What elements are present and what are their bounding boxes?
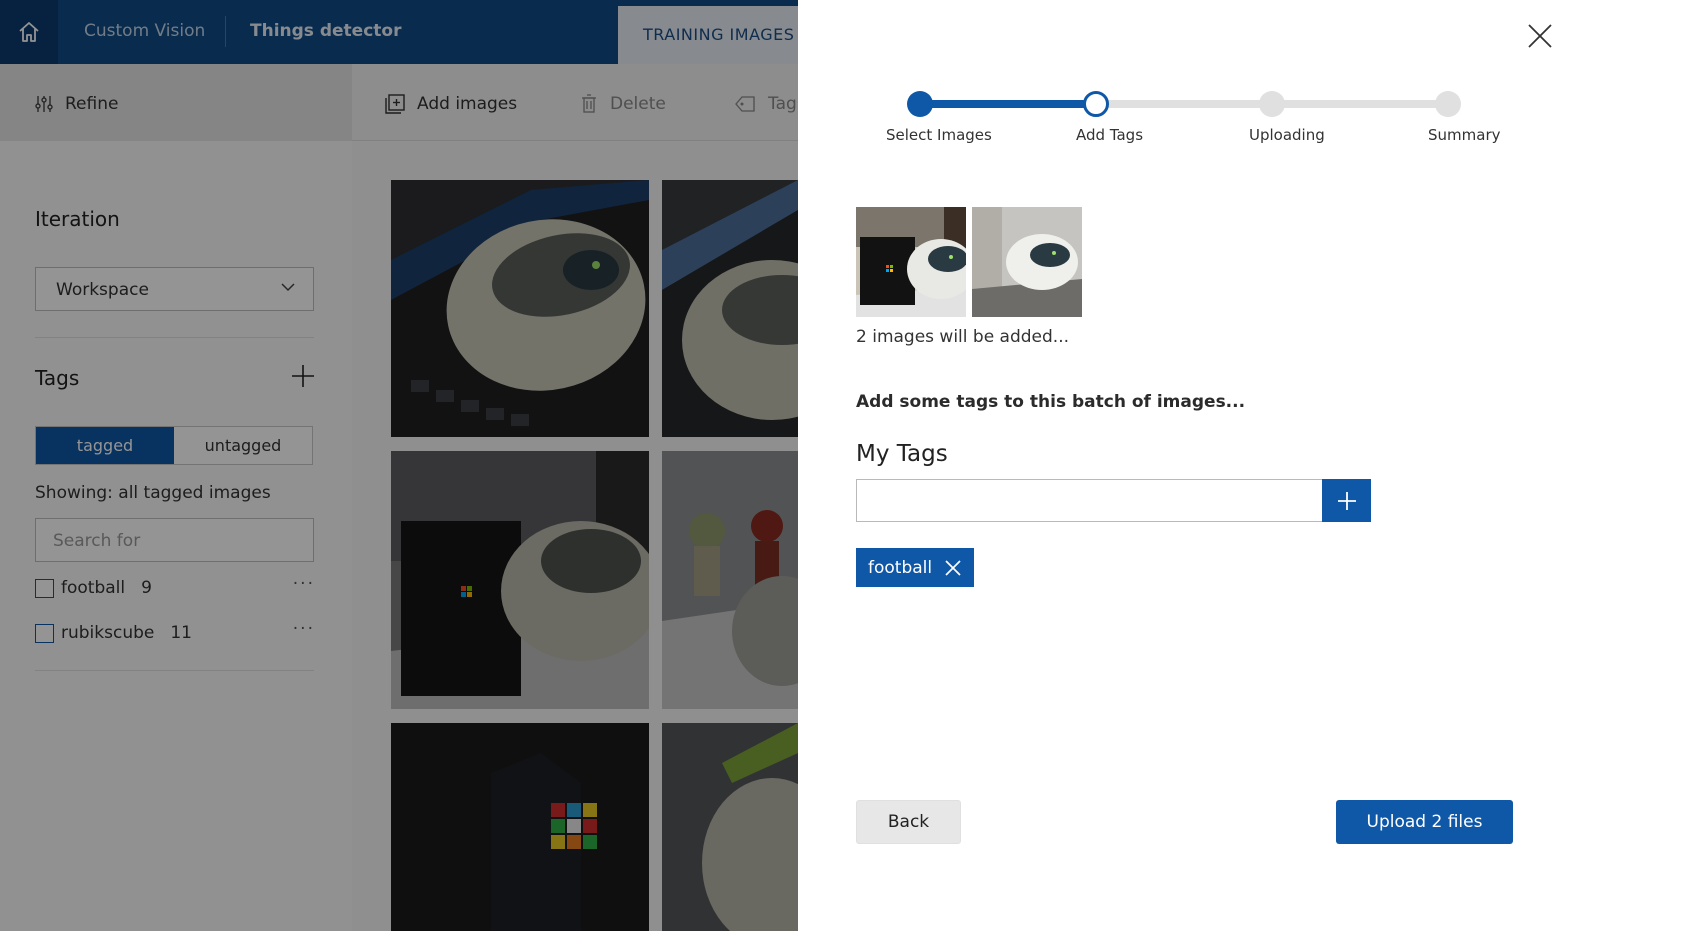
modal-backdrop[interactable] xyxy=(0,0,798,931)
step-marker-uploading xyxy=(1259,91,1285,117)
plus-icon xyxy=(1337,491,1356,510)
custom-vision-app: Custom Vision Things detector TRAINING I… xyxy=(0,0,1690,931)
step-marker-summary xyxy=(1435,91,1461,117)
selected-tag-label: football xyxy=(868,557,933,578)
step-label-add-tags: Add Tags xyxy=(1076,126,1144,144)
step-label-uploading: Uploading xyxy=(1249,126,1325,144)
tag-name-input[interactable] xyxy=(856,479,1323,522)
step-label-summary: Summary xyxy=(1428,126,1501,144)
selected-tag-chip: football xyxy=(856,548,975,587)
preview-thumbnail xyxy=(972,207,1082,317)
images-count-caption: 2 images will be added... xyxy=(856,327,1070,347)
my-tags-heading: My Tags xyxy=(856,441,948,467)
mug-and-football-preview xyxy=(856,207,966,317)
tag-instructions: Add some tags to this batch of images... xyxy=(856,392,1246,412)
remove-tag-icon[interactable] xyxy=(944,559,962,577)
step-marker-add-tags xyxy=(1083,91,1109,117)
step-label-select-images: Select Images xyxy=(886,126,992,144)
back-button[interactable]: Back xyxy=(856,800,961,844)
step-marker-select-images xyxy=(907,91,933,117)
add-tag-button[interactable] xyxy=(1322,479,1371,522)
preview-thumbnail xyxy=(856,207,966,317)
upload-button[interactable]: Upload 2 files xyxy=(1336,800,1513,844)
football-on-shelf-preview xyxy=(972,207,1082,317)
progress-stepper xyxy=(907,91,1461,117)
